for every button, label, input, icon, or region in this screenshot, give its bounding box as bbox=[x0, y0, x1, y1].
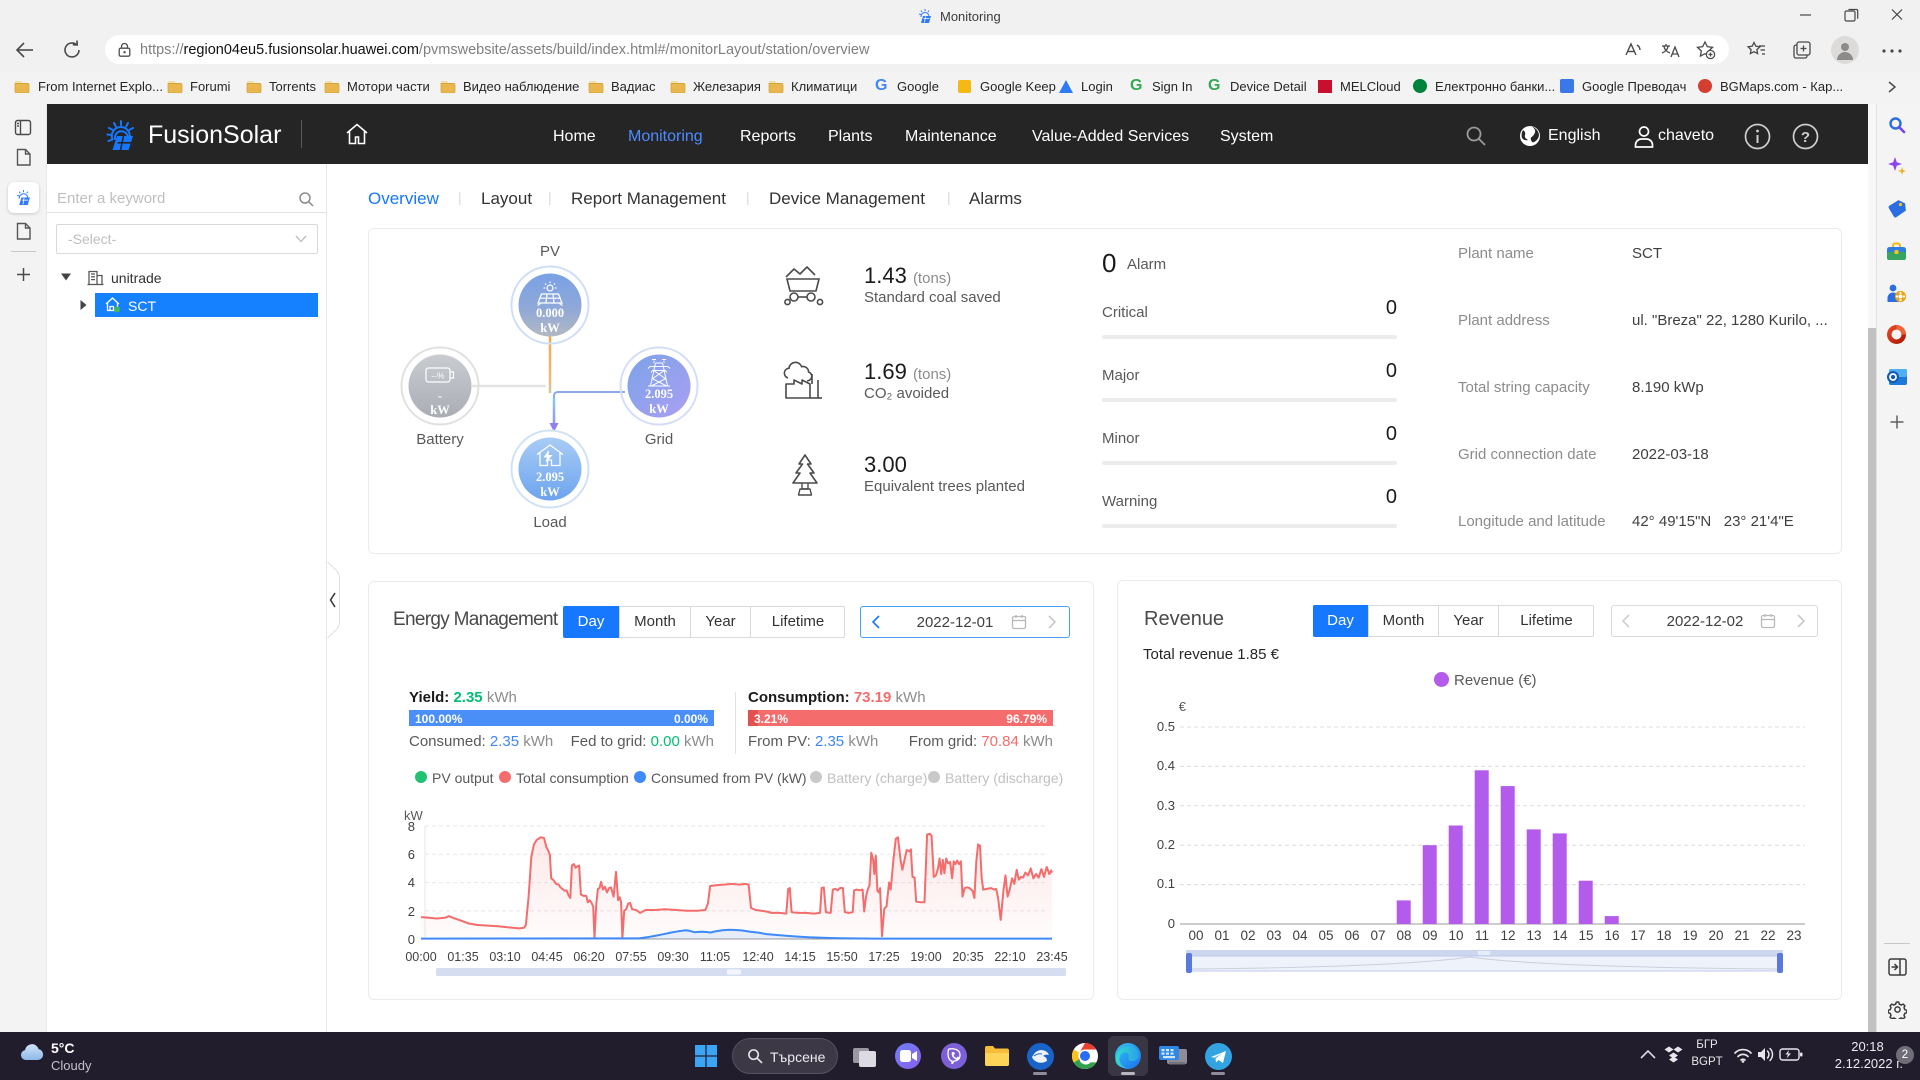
svg-text:02: 02 bbox=[1240, 928, 1255, 943]
svg-text:0: 0 bbox=[408, 932, 415, 947]
svg-text:21: 21 bbox=[1734, 928, 1749, 943]
svg-text:11: 11 bbox=[1475, 928, 1489, 943]
svg-text:03:10: 03:10 bbox=[489, 950, 520, 964]
svg-text:06: 06 bbox=[1344, 928, 1359, 943]
svg-text:04:45: 04:45 bbox=[531, 950, 562, 964]
svg-text:11:05: 11:05 bbox=[700, 950, 730, 964]
svg-text:05: 05 bbox=[1318, 928, 1333, 943]
svg-text:12: 12 bbox=[1500, 928, 1515, 943]
svg-text:0.000: 0.000 bbox=[536, 306, 564, 320]
svg-text:06:20: 06:20 bbox=[573, 950, 604, 964]
svg-text:0.1: 0.1 bbox=[1157, 876, 1175, 891]
svg-text:17: 17 bbox=[1630, 928, 1645, 943]
svg-text:00:00: 00:00 bbox=[405, 950, 436, 964]
svg-text:14:15: 14:15 bbox=[784, 950, 815, 964]
svg-text:2: 2 bbox=[408, 904, 415, 919]
svg-text:0.4: 0.4 bbox=[1157, 758, 1175, 773]
svg-text:--%: --% bbox=[431, 371, 445, 381]
svg-text:10: 10 bbox=[1448, 928, 1463, 943]
svg-text:6: 6 bbox=[408, 847, 415, 862]
svg-text:22: 22 bbox=[1760, 928, 1775, 943]
svg-text:-: - bbox=[438, 389, 442, 403]
svg-text:Load: Load bbox=[533, 514, 566, 531]
svg-text:09: 09 bbox=[1422, 928, 1437, 943]
svg-text:15: 15 bbox=[1578, 928, 1593, 943]
svg-text:8: 8 bbox=[408, 819, 415, 834]
svg-text:23:45: 23:45 bbox=[1036, 950, 1067, 964]
svg-text:0.5: 0.5 bbox=[1157, 719, 1175, 734]
svg-text:PV: PV bbox=[540, 243, 560, 260]
svg-text:19: 19 bbox=[1682, 928, 1697, 943]
svg-text:kW: kW bbox=[430, 403, 450, 417]
svg-text:kW: kW bbox=[540, 321, 560, 335]
svg-text:01: 01 bbox=[1214, 928, 1229, 943]
svg-text:15:50: 15:50 bbox=[826, 950, 857, 964]
svg-text:23: 23 bbox=[1786, 928, 1801, 943]
svg-text:04: 04 bbox=[1292, 928, 1308, 943]
svg-text:?: ? bbox=[1801, 129, 1810, 146]
svg-text:kW: kW bbox=[649, 402, 669, 416]
svg-text:07: 07 bbox=[1370, 928, 1385, 943]
svg-text:08: 08 bbox=[1396, 928, 1411, 943]
svg-text:Grid: Grid bbox=[645, 431, 673, 448]
svg-text:Battery: Battery bbox=[416, 431, 464, 448]
svg-text:€: € bbox=[1179, 699, 1187, 714]
svg-text:17:25: 17:25 bbox=[868, 950, 899, 964]
svg-text:kW: kW bbox=[540, 485, 560, 499]
svg-text:07:55: 07:55 bbox=[615, 950, 646, 964]
svg-text:4: 4 bbox=[408, 875, 415, 890]
svg-text:2.095: 2.095 bbox=[536, 470, 564, 484]
svg-text:12:40: 12:40 bbox=[742, 950, 773, 964]
svg-text:20:35: 20:35 bbox=[952, 950, 983, 964]
svg-text:0: 0 bbox=[1168, 916, 1175, 931]
svg-text:2.095: 2.095 bbox=[645, 387, 673, 401]
svg-text:18: 18 bbox=[1656, 928, 1671, 943]
svg-text:13: 13 bbox=[1526, 928, 1541, 943]
svg-text:03: 03 bbox=[1266, 928, 1281, 943]
svg-text:14: 14 bbox=[1552, 928, 1568, 943]
svg-text:20: 20 bbox=[1708, 928, 1723, 943]
svg-text:01:35: 01:35 bbox=[447, 950, 478, 964]
svg-text:09:30: 09:30 bbox=[657, 950, 688, 964]
svg-text:19:00: 19:00 bbox=[910, 950, 941, 964]
svg-text:0.2: 0.2 bbox=[1157, 837, 1175, 852]
svg-text:22:10: 22:10 bbox=[994, 950, 1025, 964]
svg-text:0.3: 0.3 bbox=[1157, 798, 1175, 813]
svg-text:00: 00 bbox=[1188, 928, 1203, 943]
svg-text:16: 16 bbox=[1604, 928, 1619, 943]
